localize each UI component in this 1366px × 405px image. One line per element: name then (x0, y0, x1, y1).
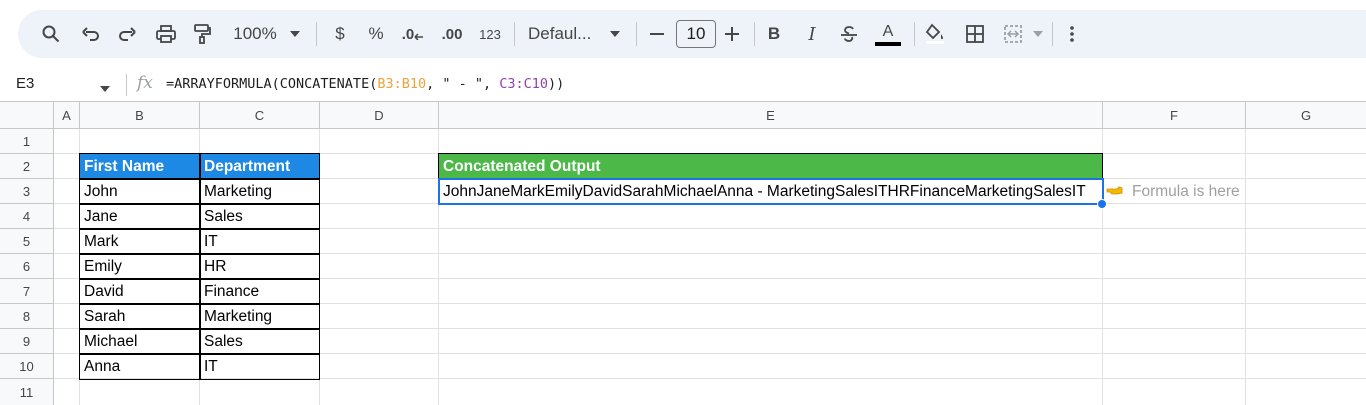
font-size-input[interactable]: 10 (676, 20, 716, 48)
search-icon[interactable] (40, 10, 62, 58)
increase-decimal-button[interactable]: .00 (438, 10, 466, 58)
table-divider (79, 353, 320, 355)
borders-icon[interactable] (964, 10, 986, 58)
arrow-left-icon (414, 33, 424, 40)
column-header-f[interactable]: F (1103, 101, 1246, 129)
undo-icon[interactable] (80, 10, 102, 58)
increase-decimal-label: .00 (441, 25, 463, 43)
number-format-button[interactable]: 123 (476, 10, 504, 58)
table-divider (79, 178, 320, 180)
table-divider (79, 328, 320, 330)
font-size-value: 10 (686, 24, 706, 43)
table-divider (79, 228, 320, 230)
redo-icon[interactable] (116, 10, 138, 58)
paint-format-icon[interactable] (190, 10, 214, 58)
bold-button[interactable]: B (764, 10, 784, 58)
formula-text: )) (548, 76, 565, 92)
plus-icon (725, 27, 739, 41)
text-color-button[interactable]: A (874, 10, 902, 58)
percent-label: % (368, 24, 384, 43)
font-select[interactable]: Defaul... (528, 10, 598, 58)
toolbar-divider (636, 22, 637, 46)
number-format-label: 123 (479, 26, 501, 42)
column-header-e[interactable]: E (439, 101, 1103, 129)
annotation: Formula is here (1106, 179, 1240, 204)
formula-range-ref: C3:C10 (499, 76, 549, 92)
table-divider (79, 303, 320, 305)
zoom-select[interactable]: 100% (230, 10, 280, 58)
toolbar-divider (1052, 22, 1053, 46)
print-icon[interactable] (154, 10, 178, 58)
chevron-down-icon[interactable] (1032, 10, 1044, 58)
merge-cells-icon[interactable] (1002, 10, 1024, 58)
row-header-1[interactable]: 1 (0, 129, 54, 154)
column-header-g[interactable]: G (1246, 101, 1366, 129)
output-header-border (438, 153, 1103, 179)
text-color-swatch (875, 42, 901, 46)
row-header-3[interactable]: 3 (0, 179, 54, 204)
row-header-2[interactable]: 2 (0, 154, 54, 179)
strikethrough-icon[interactable] (838, 10, 860, 58)
font-label: Defaul... (528, 24, 592, 43)
fx-icon: fx (137, 73, 153, 93)
more-options-icon[interactable] (1064, 10, 1080, 58)
formula-input[interactable]: =ARRAYFORMULA(CONCATENATE(B3:B10, " - ",… (166, 76, 564, 92)
table-divider (199, 153, 201, 380)
column-header-a[interactable]: A (54, 101, 80, 129)
decrease-decimal-label: .0 (401, 25, 415, 43)
column-header-c[interactable]: C (200, 101, 320, 129)
increase-font-size-button[interactable] (723, 10, 741, 58)
table-divider (79, 278, 320, 280)
chevron-down-icon[interactable] (288, 10, 302, 58)
chevron-down-icon[interactable] (608, 10, 622, 58)
currency-button[interactable]: $ (330, 10, 350, 58)
formula-bar: E3 fx =ARRAYFORMULA(CONCATENATE(B3:B10, … (0, 70, 1366, 100)
chevron-down-icon[interactable] (100, 79, 110, 97)
percent-button[interactable]: % (366, 10, 386, 58)
toolbar: 100% $ % .0 .00 123 Defaul... 10 B I A (18, 10, 1366, 58)
cell-selection-outline (438, 178, 1104, 205)
toolbar-divider (514, 22, 515, 46)
row-header-6[interactable]: 6 (0, 254, 54, 279)
formula-text: , " - ", (426, 76, 500, 92)
formula-text: =ARRAYFORMULA(CONCATENATE( (166, 76, 378, 92)
toolbar-divider (914, 22, 915, 46)
table-divider (79, 253, 320, 255)
currency-label: $ (335, 24, 345, 43)
toolbar-divider (316, 22, 317, 46)
minus-icon (650, 33, 664, 35)
row-header-4[interactable]: 4 (0, 204, 54, 229)
pointing-hand-icon (1106, 183, 1124, 201)
row-header-5[interactable]: 5 (0, 229, 54, 254)
italic-label: I (808, 23, 816, 45)
row-header-11[interactable]: 11 (0, 379, 54, 405)
annotation-text: Formula is here (1132, 182, 1240, 200)
fill-color-icon[interactable] (924, 10, 946, 58)
table-divider (79, 203, 320, 205)
text-color-label: A (882, 23, 894, 40)
zoom-value: 100% (233, 24, 277, 43)
select-all-corner[interactable] (0, 101, 54, 129)
decrease-font-size-button[interactable] (648, 10, 666, 58)
row-header-7[interactable]: 7 (0, 279, 54, 304)
decrease-decimal-button[interactable]: .0 (400, 10, 426, 58)
bold-label: B (767, 24, 781, 43)
spreadsheet-grid[interactable]: A B C D E F G 1 2 3 4 5 6 7 8 9 10 11 Fi… (0, 100, 1366, 405)
formula-range-ref: B3:B10 (377, 76, 427, 92)
row-header-10[interactable]: 10 (0, 354, 54, 379)
formula-bar-divider (126, 74, 127, 96)
gridline (1245, 129, 1246, 405)
name-box[interactable]: E3 (16, 75, 34, 92)
toolbar-divider (754, 22, 755, 46)
italic-button[interactable]: I (802, 10, 822, 58)
column-header-b[interactable]: B (80, 101, 200, 129)
row-header-9[interactable]: 9 (0, 329, 54, 354)
row-header-8[interactable]: 8 (0, 304, 54, 329)
column-header-d[interactable]: D (320, 101, 439, 129)
